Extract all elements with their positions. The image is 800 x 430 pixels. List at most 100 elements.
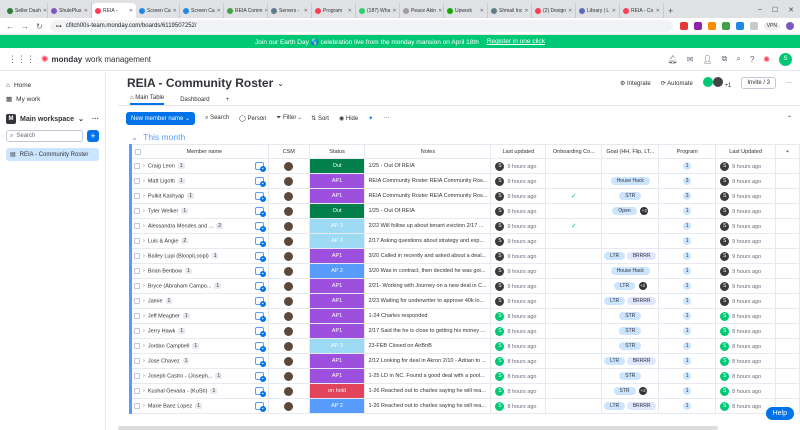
expand-icon[interactable]: › [143, 208, 145, 214]
browser-tab[interactable]: Screen Ca ✕ [136, 3, 180, 18]
browser-tab[interactable]: Seller Dash ✕ [4, 3, 48, 18]
inbox-icon[interactable]: ✉ [687, 55, 694, 64]
goal-cell[interactable]: Open +3 [601, 203, 660, 219]
goal-cell[interactable]: LTR BRRRR [601, 398, 660, 414]
close-window-icon[interactable]: ✕ [788, 6, 794, 14]
program-cell[interactable]: 1 [658, 293, 717, 309]
notes-cell[interactable]: 2/23 Waiting for underwriter to approve … [364, 293, 492, 309]
row-checkbox[interactable] [134, 372, 140, 379]
updates-icon[interactable]: + [254, 162, 266, 172]
close-tab-icon[interactable]: ✕ [304, 8, 308, 14]
column-header[interactable]: Onboarding Co... [545, 144, 603, 159]
goal-cell[interactable] [601, 158, 660, 174]
help-button[interactable]: Help [765, 407, 794, 420]
row-checkbox[interactable] [134, 387, 140, 394]
updates-icon[interactable]: + [254, 237, 266, 247]
goal-tag[interactable]: LTR [604, 357, 626, 365]
subitem-count[interactable]: 1 [215, 373, 223, 380]
goal-cell[interactable]: LTR BRRRR [601, 293, 660, 309]
monday-logo[interactable]: ✺ monday work management [41, 54, 151, 65]
chevron-down-icon[interactable]: ⌄ [277, 79, 284, 88]
invite-members-icon[interactable]: 👤︎ [702, 55, 712, 64]
program-cell[interactable]: 1 [658, 323, 717, 339]
column-header[interactable]: Status [308, 144, 366, 159]
member-name-cell[interactable]: › Jeff Meagher 1 + [129, 308, 269, 324]
notes-cell[interactable]: 2/21- Working with Journey on a new deal… [364, 278, 492, 294]
notes-cell[interactable]: 1/25 - Out Of REIA [364, 158, 492, 174]
updates-icon[interactable]: + [254, 192, 266, 202]
column-header[interactable]: Notes [364, 144, 492, 159]
table-row[interactable]: › Joseph Castro - (Joseph... 1 + AP1 1-25 LD … [129, 368, 800, 384]
subitem-count[interactable]: 1 [178, 328, 186, 335]
onboarding-cell[interactable] [545, 173, 603, 189]
program-cell[interactable]: 3 [658, 173, 717, 189]
row-checkbox[interactable] [134, 222, 140, 229]
goal-tag[interactable]: STR [619, 312, 642, 320]
more-icon[interactable]: ··· [383, 115, 389, 121]
status-badge[interactable]: AP1 [308, 368, 366, 384]
goal-tag[interactable]: LTR [604, 252, 626, 260]
ai-assistant-icon[interactable]: ✦ [368, 115, 373, 122]
monday-apps-icon[interactable]: ✺ [763, 55, 770, 64]
status-badge[interactable]: AP 3 [308, 218, 366, 234]
add-view-button[interactable]: + [226, 97, 230, 105]
member-name-cell[interactable]: › Pulkit Kashyap 1 + [129, 188, 269, 204]
goal-tag[interactable]: LTR [604, 402, 626, 410]
collapse-icon[interactable]: ⌃ [787, 115, 792, 122]
program-cell[interactable]: 1 [658, 383, 717, 399]
onboarding-cell[interactable] [545, 278, 603, 294]
notes-cell[interactable]: 1-24 Charles responded [364, 308, 492, 324]
column-header[interactable]: Member name [129, 144, 269, 159]
status-badge[interactable]: AP 3 [308, 338, 366, 354]
program-cell[interactable]: 1 [658, 218, 717, 234]
program-cell[interactable]: 1 [658, 158, 717, 174]
expand-icon[interactable]: › [143, 223, 145, 229]
expand-icon[interactable]: › [143, 178, 145, 184]
goal-tag[interactable]: STR [619, 342, 642, 350]
onboarding-cell[interactable] [545, 383, 603, 399]
close-tab-icon[interactable]: ✕ [43, 8, 47, 14]
csm-cell[interactable] [267, 398, 310, 414]
forward-icon[interactable]: → [21, 22, 29, 31]
member-name-cell[interactable]: › Bailey Lupi (BloopiLoopi) 1 + [129, 248, 269, 264]
member-name-cell[interactable]: › Jordan Campbell 1 + [129, 338, 269, 354]
browser-tab[interactable]: Program ✕ [312, 3, 356, 18]
csm-cell[interactable] [267, 368, 310, 384]
member-name-cell[interactable]: › Bryce (Abraham Campo... 1 + [129, 278, 269, 294]
csm-cell[interactable] [267, 383, 310, 399]
status-badge[interactable]: AP1 [308, 173, 366, 189]
tab-dashboard[interactable]: Dashboard [180, 97, 209, 105]
close-tab-icon[interactable]: ✕ [392, 8, 396, 14]
program-cell[interactable]: 1 [658, 353, 717, 369]
table-row[interactable]: › Jordan Campbell 1 + AP 3 23-FEB Closed on A… [129, 338, 800, 354]
tab-main-table[interactable]: ⌂ Main Table [130, 95, 165, 105]
close-tab-icon[interactable]: ✕ [173, 8, 177, 14]
updates-icon[interactable]: + [254, 342, 266, 352]
onboarding-cell[interactable] [545, 293, 603, 309]
reload-icon[interactable]: ↻ [36, 22, 43, 31]
add-column-button[interactable]: + [775, 144, 800, 159]
site-info-icon[interactable]: ⊶ [56, 23, 62, 30]
browser-tab[interactable]: REIA - ✕ [92, 3, 136, 18]
table-row[interactable]: › Alessandra Mendes and ... 2 + AP 3 2/22 Wil… [129, 218, 800, 234]
csm-cell[interactable] [267, 263, 310, 279]
subitem-count[interactable]: 1 [182, 358, 190, 365]
subitem-count[interactable]: 1 [195, 403, 202, 410]
board-title[interactable]: REIA - Community Roster [127, 76, 273, 90]
table-row[interactable]: › Marie Baez Lopez 1 + AP 2 1-26 Reached out … [129, 398, 800, 414]
hide-button[interactable]: ◉ Hide [339, 115, 358, 122]
csm-cell[interactable] [267, 248, 310, 264]
csm-cell[interactable] [267, 278, 310, 294]
search-icon[interactable]: ⌕ [736, 54, 740, 64]
browser-tab[interactable]: ShulePlus ✕ [48, 3, 92, 18]
browser-tab[interactable]: (2) Design ✕ [532, 3, 576, 18]
status-badge[interactable]: AP 2 [308, 398, 366, 414]
program-cell[interactable]: 1 [658, 248, 717, 264]
row-checkbox[interactable] [134, 237, 140, 244]
member-name-cell[interactable]: › Luis & Angie 2 + [129, 233, 269, 249]
browser-tab[interactable]: Peace Akin ✕ [400, 3, 444, 18]
subitem-count[interactable]: 1 [185, 268, 192, 275]
back-icon[interactable]: ← [6, 22, 14, 31]
subitem-count[interactable]: 1 [211, 253, 219, 260]
goal-tag[interactable]: House Hack [610, 177, 650, 185]
